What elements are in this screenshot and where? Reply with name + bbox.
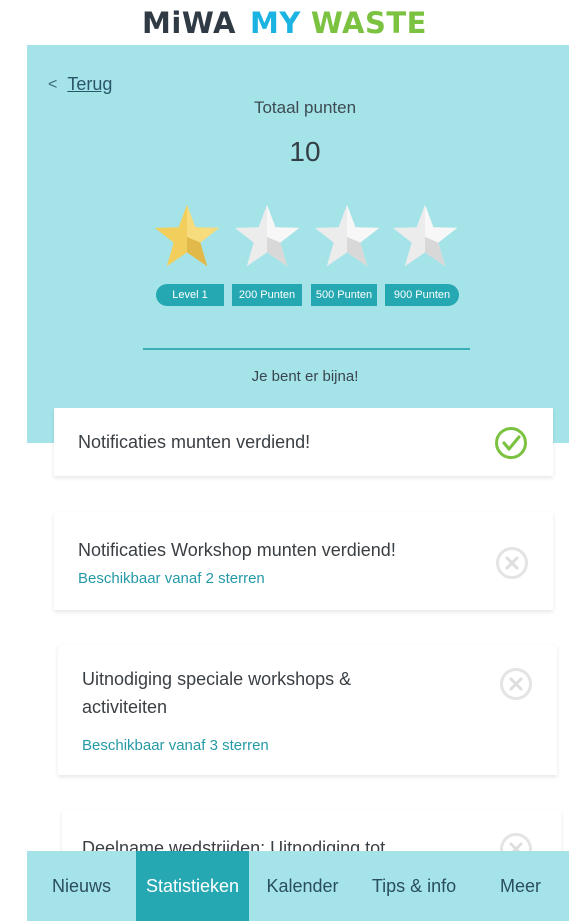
chevron-left-icon: < xyxy=(48,75,58,93)
level-pill-2: 200 Punten xyxy=(232,284,302,306)
star-level-3-icon xyxy=(314,204,380,267)
level-pill-3: 500 Punten xyxy=(311,284,377,306)
miwa-logo: MiWA MY WASTE xyxy=(142,6,427,40)
locked-x-circle-icon xyxy=(500,668,532,700)
reward-card[interactable]: Notificaties munten verdiend! xyxy=(54,408,553,476)
logo-miwa: MiWA xyxy=(142,5,236,40)
progress-divider xyxy=(143,348,470,350)
reward-title: Uitnodiging speciale workshops & activit… xyxy=(82,669,352,717)
locked-x-circle-icon xyxy=(496,547,528,579)
tab-meer[interactable]: Meer xyxy=(472,851,569,921)
app-logo-bar: MiWA MY WASTE xyxy=(0,0,569,45)
star-level-2-icon xyxy=(234,204,300,267)
tab-statistieken[interactable]: Statistieken xyxy=(136,851,249,921)
level-pill-4: 900 Punten xyxy=(385,284,459,306)
back-link-label: Terug xyxy=(67,74,113,94)
logo-my: MY xyxy=(249,5,301,40)
reward-availability: Beschikbaar vanaf 2 sterren xyxy=(78,570,265,587)
tab-nieuws[interactable]: Nieuws xyxy=(27,851,136,921)
reward-card[interactable]: Notificaties Workshop munten verdiend! B… xyxy=(54,512,553,610)
back-link[interactable]: < Terug xyxy=(48,74,112,95)
level-pill-1: Level 1 xyxy=(156,284,224,306)
logo-waste: WASTE xyxy=(310,5,427,40)
tab-tips-info[interactable]: Tips & info xyxy=(356,851,472,921)
star-level-4-icon xyxy=(392,204,458,267)
total-points-value: 10 xyxy=(289,136,321,167)
level-stars xyxy=(152,202,462,274)
star-level-1-icon xyxy=(154,204,220,267)
reward-card[interactable]: Uitnodiging speciale workshops & activit… xyxy=(58,645,557,775)
total-points-label: Totaal punten xyxy=(253,98,357,117)
reward-title: Notificaties munten verdiend! xyxy=(78,432,311,452)
progress-message: Je bent er bijna! xyxy=(251,368,359,385)
reward-title: Notificaties Workshop munten verdiend! xyxy=(78,540,396,560)
tab-kalender[interactable]: Kalender xyxy=(249,851,356,921)
bottom-tab-bar: Nieuws Statistieken Kalender Tips & info… xyxy=(27,851,569,921)
check-circle-icon xyxy=(495,427,527,459)
reward-availability: Beschikbaar vanaf 3 sterren xyxy=(82,737,269,754)
